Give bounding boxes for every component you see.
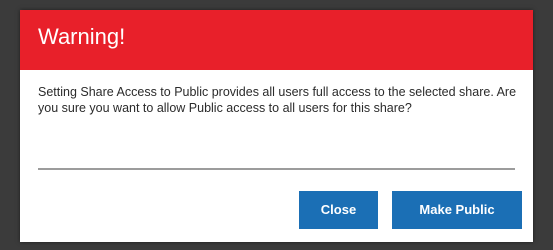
- dialog-title: Warning!: [38, 24, 126, 49]
- warning-dialog: Warning! Setting Share Access to Public …: [20, 10, 533, 242]
- dialog-header: Warning!: [20, 10, 533, 70]
- dialog-message: Setting Share Access to Public provides …: [38, 85, 517, 115]
- make-public-button[interactable]: Make Public: [392, 191, 522, 229]
- close-button[interactable]: Close: [299, 191, 378, 229]
- dialog-divider: [38, 168, 515, 170]
